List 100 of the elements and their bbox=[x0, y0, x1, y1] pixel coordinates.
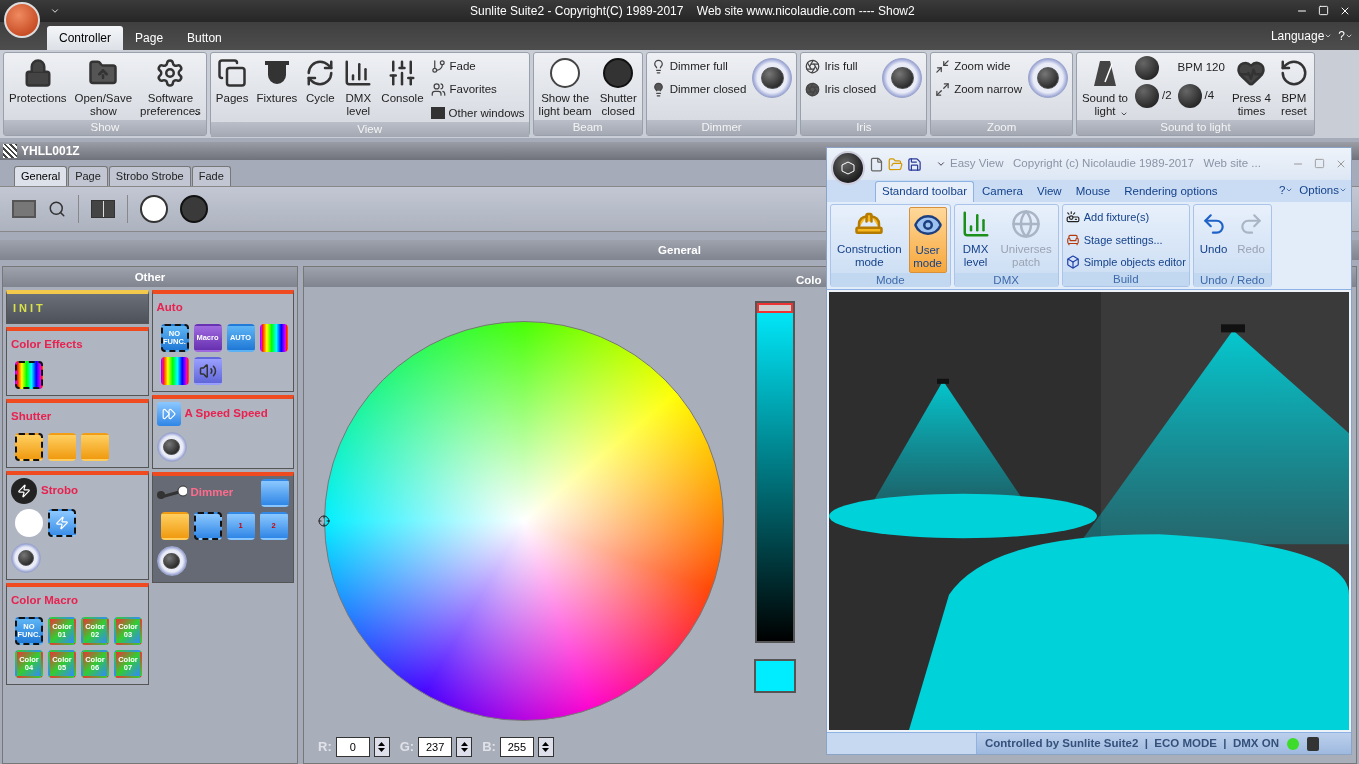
palette-tile[interactable] bbox=[15, 361, 43, 389]
knob[interactable] bbox=[1027, 58, 1068, 98]
ribbon-small-button[interactable]: Add fixture(s) bbox=[1065, 209, 1186, 226]
round-button[interactable] bbox=[1177, 84, 1202, 108]
palette-tile[interactable] bbox=[259, 324, 288, 352]
stage-3d-view-drawing[interactable] bbox=[829, 292, 1349, 730]
palette-tile[interactable] bbox=[160, 357, 189, 385]
beam-tile[interactable] bbox=[48, 433, 76, 461]
ribbon-button[interactable]: Cycle bbox=[304, 56, 337, 105]
tab[interactable]: Mouse bbox=[1069, 181, 1117, 202]
layout-icon[interactable] bbox=[91, 200, 115, 218]
menu-button[interactable]: ? bbox=[1338, 27, 1353, 45]
ribbon-button[interactable]: Protections bbox=[8, 56, 68, 105]
tab[interactable]: Standard toolbar bbox=[875, 181, 975, 202]
light-beam-button[interactable] bbox=[140, 195, 168, 223]
ribbon-button[interactable]: Fixtures bbox=[255, 56, 299, 105]
tab[interactable]: Rendering options bbox=[1118, 181, 1224, 202]
speaker-tile[interactable] bbox=[193, 357, 222, 385]
lightning-icon bbox=[55, 516, 69, 530]
round-button[interactable] bbox=[1135, 84, 1159, 108]
close-icon[interactable] bbox=[1339, 5, 1351, 17]
ribbon-button[interactable]: Software preferences bbox=[139, 56, 202, 118]
menu-button[interactable]: Language bbox=[1270, 27, 1333, 45]
window-icon bbox=[430, 107, 445, 120]
shutter-closed-icon bbox=[603, 58, 634, 88]
knob[interactable] bbox=[882, 58, 923, 98]
speed-icon bbox=[156, 402, 181, 426]
ribbon-small-button[interactable]: Dimmer full bbox=[650, 58, 747, 76]
settings-icon bbox=[155, 58, 186, 88]
shutter-closed-button[interactable] bbox=[180, 195, 208, 223]
menu-button[interactable]: Options bbox=[1299, 181, 1347, 199]
strobe-tile[interactable] bbox=[48, 509, 76, 537]
slider-thumb[interactable] bbox=[757, 303, 793, 313]
tab[interactable]: General bbox=[14, 166, 68, 186]
ribbon-small-button[interactable]: Other windows bbox=[430, 104, 525, 122]
tab[interactable]: Strobo Strobe bbox=[108, 166, 191, 186]
ribbon-button[interactable]: Sound to light bbox=[1080, 56, 1129, 118]
tab[interactable]: Fade bbox=[191, 166, 231, 186]
group-title: Dimmer bbox=[190, 485, 234, 501]
tab[interactable]: Page bbox=[68, 166, 108, 186]
open-tile[interactable] bbox=[15, 509, 43, 537]
tab[interactable]: Controller bbox=[47, 26, 124, 50]
down-arrow-icon bbox=[542, 748, 550, 752]
customize-caret-icon[interactable] bbox=[50, 6, 60, 16]
ribbon-small-button[interactable]: Favorites bbox=[430, 81, 525, 99]
ribbon-small-button[interactable]: Zoom narrow bbox=[935, 81, 1022, 99]
ribbon-small-button[interactable]: Iris full bbox=[805, 58, 877, 76]
group-title: Strobo bbox=[41, 483, 79, 499]
group-label: DMX bbox=[954, 273, 1058, 287]
init-card[interactable]: INIT bbox=[6, 290, 149, 324]
beam-tile[interactable] bbox=[15, 433, 43, 461]
search-icon[interactable] bbox=[48, 200, 66, 218]
group-label: Build bbox=[1062, 272, 1189, 286]
tab[interactable]: Camera bbox=[976, 181, 1029, 202]
spotlight-tile[interactable] bbox=[261, 479, 289, 507]
value-field[interactable]: 237 bbox=[418, 737, 453, 757]
value-field[interactable]: 255 bbox=[499, 737, 534, 757]
spinner-button[interactable] bbox=[373, 737, 390, 757]
ribbon-button[interactable]: Shutter closed bbox=[598, 56, 638, 118]
ribbon-button[interactable]: Show the light beam bbox=[537, 56, 593, 118]
group-title: Auto bbox=[156, 300, 183, 316]
menu-button[interactable]: ? bbox=[1278, 181, 1294, 199]
spinner-button[interactable] bbox=[537, 737, 554, 757]
tab[interactable]: Page bbox=[123, 26, 176, 50]
customize-caret-icon[interactable] bbox=[936, 159, 946, 169]
caret-icon bbox=[1345, 32, 1353, 40]
ribbon-small-button[interactable]: Zoom wide bbox=[935, 58, 1022, 76]
knob[interactable] bbox=[156, 546, 187, 576]
brightness-slider[interactable] bbox=[755, 301, 795, 643]
knob[interactable] bbox=[11, 543, 41, 573]
group-title: Shutter bbox=[11, 409, 52, 425]
beam-tile[interactable] bbox=[160, 512, 189, 540]
save-icon[interactable] bbox=[907, 156, 922, 172]
ribbon-button[interactable]: Pages bbox=[214, 56, 250, 105]
aperture-icon bbox=[805, 82, 821, 98]
ribbon-button[interactable]: User mode bbox=[908, 207, 947, 273]
status-text: Controlled by Sunlite Suite2 | ECO MODE | DMX ON bbox=[985, 735, 1279, 751]
group-label: Zoom bbox=[931, 120, 1072, 135]
ribbon-small-button[interactable]: Dimmer closed bbox=[650, 81, 747, 99]
up-arrow-icon bbox=[378, 742, 386, 746]
ribbon-button[interactable]: DMX level bbox=[342, 56, 375, 118]
round-button[interactable] bbox=[1135, 56, 1159, 80]
spotlight-tile[interactable] bbox=[193, 512, 222, 540]
restore-icon[interactable] bbox=[1318, 5, 1329, 16]
knob[interactable] bbox=[752, 58, 793, 98]
app-menu-button[interactable] bbox=[831, 151, 865, 185]
ribbon-button[interactable]: Press 4 times bbox=[1230, 56, 1272, 118]
ribbon-button[interactable]: Open/Save show bbox=[73, 56, 134, 118]
new-file-icon[interactable] bbox=[869, 156, 884, 172]
ribbon-small-button[interactable]: Iris closed bbox=[805, 81, 877, 99]
ribbon-small-button[interactable]: Fade bbox=[430, 58, 525, 76]
spinner-button[interactable] bbox=[456, 737, 473, 757]
ribbon-button[interactable]: Console bbox=[380, 56, 425, 105]
knob[interactable] bbox=[156, 432, 187, 462]
ribbon-button[interactable]: BPM reset bbox=[1277, 56, 1310, 118]
tab[interactable]: View bbox=[1030, 181, 1068, 202]
beam-tile[interactable] bbox=[81, 433, 109, 461]
value-field[interactable]: 0 bbox=[335, 737, 370, 757]
tab[interactable]: Button bbox=[175, 26, 234, 50]
group-label: Sound to light bbox=[1076, 120, 1314, 135]
